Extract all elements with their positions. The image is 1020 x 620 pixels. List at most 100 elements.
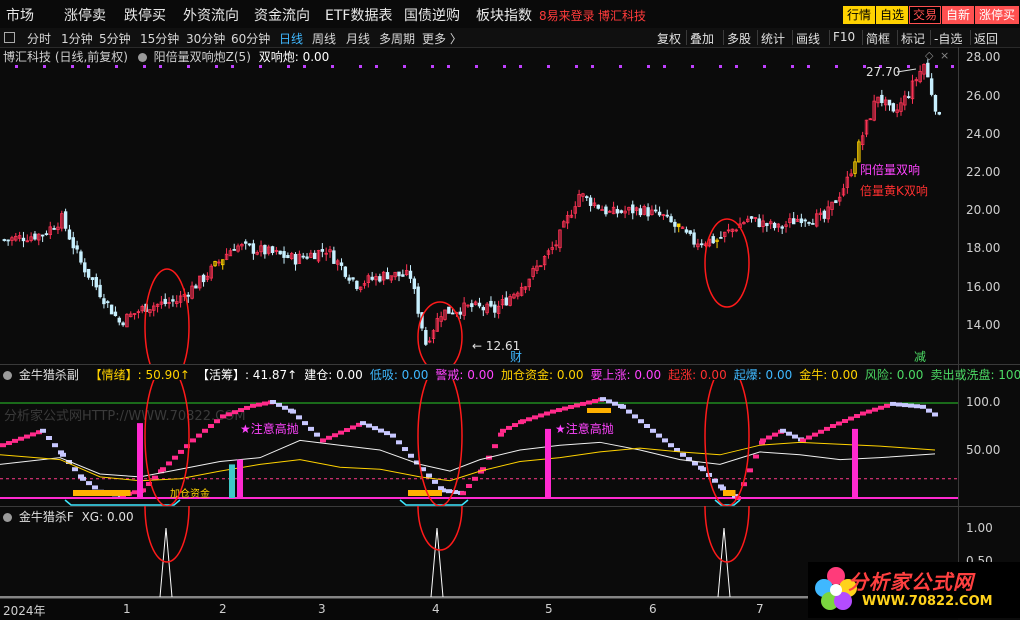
- candle-body: [378, 276, 382, 282]
- signal-bar: [237, 459, 243, 498]
- candle-body: [596, 204, 600, 209]
- period-tab-5[interactable]: 60分钟: [231, 30, 270, 47]
- panel2-settings-icon[interactable]: [3, 371, 12, 380]
- stair-segment: [432, 479, 438, 484]
- stair-segment: [650, 428, 656, 433]
- indicator-panel-2[interactable]: 分析家公式网HTTP://WWW.70822.COM★注意高抛 ★注意高抛加仓资金: [0, 380, 958, 506]
- signal-dot: [87, 65, 90, 68]
- candle-body: [251, 243, 256, 254]
- candle-body: [470, 303, 474, 308]
- candle-body: [504, 297, 508, 306]
- warn-label-1: ★注意高抛: [240, 421, 299, 436]
- stair-segment: [256, 402, 262, 407]
- menu-item-6[interactable]: 国债逆购: [404, 5, 460, 25]
- signal-dot: [259, 65, 262, 68]
- stair-segment: [338, 430, 344, 435]
- menu-item-3[interactable]: 外资流向: [183, 5, 239, 25]
- menu-item-1[interactable]: 涨停卖: [64, 5, 106, 25]
- toolbar-right-7[interactable]: 标记: [901, 30, 925, 47]
- candle-body: [749, 216, 754, 219]
- highlight-ellipse-main: [704, 218, 750, 308]
- candle-body: [339, 262, 344, 266]
- candlestick-chart[interactable]: 27.70← 12.61阳倍量双响倍量黄K双响财 减◇ ×: [0, 47, 958, 364]
- period-tab-8[interactable]: 月线: [346, 30, 370, 47]
- candle-body: [807, 222, 811, 224]
- signal-dot: [287, 65, 290, 68]
- stair-segment: [550, 409, 556, 414]
- period-tab-3[interactable]: 15分钟: [140, 30, 179, 47]
- stair-segment: [208, 424, 214, 428]
- diamond-icon[interactable]: ◇: [925, 49, 934, 62]
- candle-body: [631, 204, 635, 214]
- quick-button-1[interactable]: 自选: [876, 6, 909, 24]
- panel2-ylabel-50: 50.00: [966, 443, 1001, 457]
- candle-body: [493, 304, 497, 313]
- toolbar-right-0[interactable]: 复权: [657, 30, 681, 47]
- candle-body: [401, 274, 405, 277]
- signal-dot: [735, 65, 738, 68]
- menu-item-4[interactable]: 资金流向: [254, 5, 310, 25]
- candle-body: [834, 200, 838, 204]
- candle-body: [450, 312, 455, 315]
- stair-segment: [662, 438, 668, 443]
- toolbar-right-3[interactable]: 统计: [761, 30, 785, 47]
- stair-segment: [500, 428, 506, 433]
- candle-body: [887, 99, 892, 106]
- signal-bar: [545, 428, 551, 498]
- orange-marker: [587, 408, 611, 413]
- stair-segment: [638, 419, 644, 424]
- candle-body: [270, 246, 275, 253]
- toolbar-right-6[interactable]: 简框: [866, 30, 890, 47]
- period-tab-4[interactable]: 30分钟: [186, 30, 225, 47]
- highlight-ellipse-panel3: [417, 506, 463, 551]
- quick-button-3[interactable]: 自新: [942, 6, 975, 24]
- stair-segment: [378, 428, 384, 433]
- candle-body: [772, 222, 777, 229]
- candle-body: [654, 209, 658, 212]
- stair-segment: [760, 438, 766, 443]
- stair-segment: [836, 421, 842, 426]
- menu-item-5[interactable]: ETF数据表: [325, 5, 392, 25]
- layout-toggle-icon[interactable]: [4, 32, 15, 43]
- candle-body: [79, 251, 83, 263]
- toolbar-right-1[interactable]: 叠加: [690, 30, 714, 47]
- signal-dot: [231, 65, 234, 68]
- period-tab-9[interactable]: 多周期: [379, 30, 415, 47]
- bottom-tag-label: 加仓资金: [170, 487, 210, 500]
- quick-button-4[interactable]: 涨停买: [975, 6, 1020, 24]
- orange-zone: [73, 490, 131, 496]
- candle-body: [109, 304, 114, 315]
- stair-segment: [620, 404, 626, 409]
- candle-body: [106, 301, 110, 304]
- quick-button-2[interactable]: 交易: [909, 6, 942, 24]
- signal-dot: [619, 65, 622, 68]
- toolbar-right-4[interactable]: 画线: [796, 30, 820, 47]
- menu-item-7[interactable]: 板块指数: [476, 5, 532, 25]
- period-tab-2[interactable]: 5分钟: [99, 30, 131, 47]
- candle-body: [44, 233, 49, 236]
- toolbar-right-9[interactable]: 返回: [974, 30, 998, 47]
- period-tab-10[interactable]: 更多 〉: [422, 30, 462, 47]
- period-tab-1[interactable]: 1分钟: [61, 30, 93, 47]
- signal-dot: [71, 65, 74, 68]
- menu-red-item-1[interactable]: 博汇科技: [598, 7, 646, 24]
- stair-segment: [824, 426, 830, 431]
- signal-dot: [331, 65, 334, 68]
- signal-dot: [907, 65, 910, 68]
- period-tab-0[interactable]: 分时: [27, 30, 51, 47]
- price-ylabel-2: 24.00: [966, 126, 1001, 141]
- menu-red-item-0[interactable]: 8易来登录: [539, 7, 595, 24]
- stair-segment: [302, 421, 308, 426]
- candle-body: [67, 229, 72, 240]
- menu-item-2[interactable]: 跌停买: [124, 5, 166, 25]
- toolbar-right-2[interactable]: 多股: [727, 30, 751, 47]
- quick-button-0[interactable]: 行情: [843, 6, 876, 24]
- toolbar-right-8[interactable]: -自选: [934, 30, 962, 47]
- toolbar-right-5[interactable]: F10: [833, 30, 855, 44]
- period-tab-7[interactable]: 周线: [312, 30, 336, 47]
- candle-body: [677, 223, 681, 228]
- stair-segment: [512, 423, 518, 428]
- menu-item-0[interactable]: 市场: [6, 5, 34, 25]
- close-icon[interactable]: ×: [940, 49, 949, 62]
- period-tab-6[interactable]: 日线: [279, 30, 303, 47]
